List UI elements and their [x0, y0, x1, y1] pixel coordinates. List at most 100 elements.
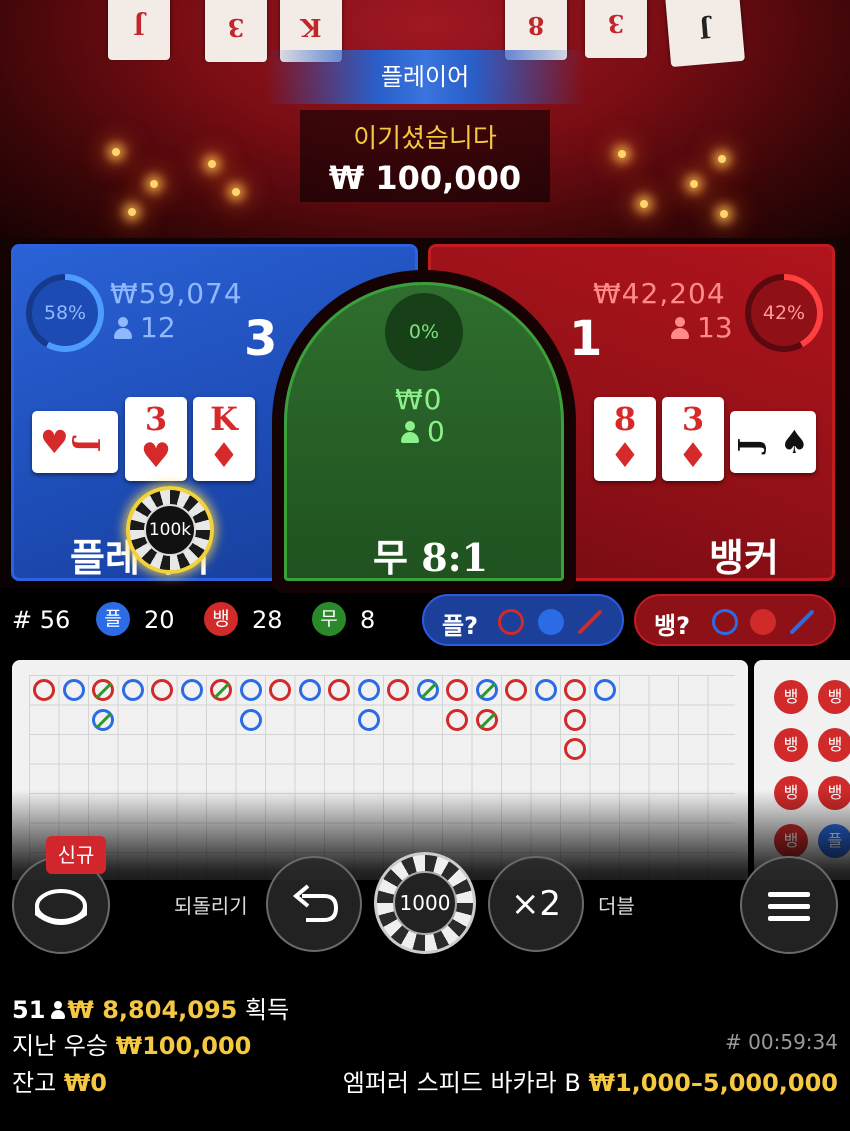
road-tie-mark — [95, 711, 113, 729]
card-suit: ♠ — [780, 423, 809, 461]
video-card: J — [108, 0, 170, 60]
player-bettors-count: 12 — [140, 311, 176, 344]
player-card-3: K ♦ — [193, 397, 255, 481]
undo-button[interactable] — [266, 856, 362, 952]
road-player-mark — [475, 679, 498, 701]
tie-label: 무 8:1 — [373, 535, 489, 580]
undo-label: 되돌리기 — [174, 894, 248, 918]
menu-button[interactable] — [740, 856, 838, 954]
winners-count: 51 — [12, 996, 46, 1024]
winners-row: 51 ₩ 8,804,095 획득 — [12, 990, 289, 1025]
sparkle — [150, 180, 158, 188]
player-predict-button[interactable]: 플? — [422, 594, 624, 646]
person-icon — [51, 1001, 66, 1019]
road-tie-mark — [479, 682, 496, 699]
double-symbol: ×2 — [510, 884, 562, 924]
tie-win-count: 8 — [360, 606, 376, 634]
bead-banker-badge: 뱅 — [818, 728, 850, 762]
road-banker-mark — [210, 679, 232, 701]
person-icon — [401, 421, 419, 443]
tie-bet-total: ₩0 — [395, 383, 443, 416]
banker-count-badge: 뱅 — [204, 602, 238, 636]
table-name: 엠퍼러 스피드 바카라 B — [342, 1069, 581, 1097]
player-score: 3 — [244, 311, 278, 367]
big-road-circle-icon — [498, 609, 524, 635]
video-card: 3 — [205, 0, 267, 62]
road-banker-mark — [33, 679, 55, 701]
road-player-mark — [239, 708, 262, 731]
player-bettors: 12 — [114, 311, 176, 344]
player-bet-total: ₩59,074 — [110, 277, 243, 310]
table-limits: ₩1,000–5,000,000 — [588, 1069, 838, 1097]
video-card: J — [665, 0, 745, 68]
card-suit: ♥ — [140, 436, 172, 476]
road-player-mark — [416, 679, 439, 701]
banker-label: 뱅커 — [709, 536, 779, 580]
bead-banker-badge: 뱅 — [774, 680, 808, 714]
double-label: 더블 — [598, 894, 635, 918]
sparkle — [112, 148, 120, 156]
road-banker-mark — [564, 738, 586, 760]
result-banner: 플레이어 — [265, 50, 585, 104]
tie-bettors: 0 — [401, 415, 445, 448]
card-suit: ♦ — [677, 436, 709, 476]
placed-chip-value: 100k — [144, 504, 196, 556]
banker-predict-button[interactable]: 뱅? — [634, 594, 836, 646]
live-video-area: J 3 K 8 3 J 플레이어 이기셨습니다 ₩ 100,000 — [0, 0, 850, 245]
new-badge: 신규 — [46, 836, 106, 874]
balance-row: 잔고 ₩0 — [12, 1063, 107, 1098]
banker-bet-total: ₩42,204 — [593, 277, 726, 310]
tie-percent: 0% — [391, 299, 457, 365]
betting-board: 58% ₩59,074 12 3 ♥ J 3 ♥ K ♦ 플레이어 42% ₩4… — [0, 238, 850, 588]
cockroach-slash-icon — [789, 609, 815, 635]
card-rank: K — [210, 400, 238, 438]
road-banker-mark — [328, 679, 350, 701]
round-number: # 56 — [12, 606, 71, 634]
road-banker-mark — [564, 679, 586, 701]
road-banker-mark — [387, 679, 409, 701]
banker-predict-label: 뱅? — [654, 612, 691, 640]
last-win-label: 지난 우승 — [12, 1032, 108, 1060]
road-banker-mark — [564, 708, 586, 731]
road-player-mark — [121, 679, 144, 701]
road-tie-mark — [420, 682, 437, 699]
tie-bet-area[interactable]: 0% ₩0 0 무 8:1 — [284, 282, 564, 581]
sparkle — [618, 150, 626, 158]
stats-row: # 56 플 20 뱅 28 무 8 플? 뱅? — [0, 592, 850, 648]
card-rank: 3 — [681, 400, 705, 438]
sparkle — [718, 155, 726, 163]
footer-info: 51 ₩ 8,804,095 획득 지난 우승 ₩100,000 # 00:59:… — [0, 968, 850, 1131]
placed-chip[interactable]: 100k — [126, 486, 214, 574]
banker-card-2: 3 ♦ — [662, 397, 724, 481]
player-win-count: 20 — [144, 606, 175, 634]
bead-banker-badge: 뱅 — [818, 680, 850, 714]
round-timer: # 00:59:34 — [725, 1030, 838, 1054]
table-info-row: 엠퍼러 스피드 바카라 B ₩1,000–5,000,000 — [343, 1063, 838, 1098]
double-button[interactable]: ×2 — [488, 856, 584, 952]
player-card-2: 3 ♥ — [125, 397, 187, 481]
chip-selector[interactable]: 1000 — [374, 852, 476, 954]
person-icon — [114, 317, 132, 339]
card-rank: J — [733, 437, 769, 453]
road-banker-mark — [269, 679, 291, 701]
tie-count-badge: 무 — [312, 602, 346, 636]
selected-chip-value: 1000 — [393, 871, 457, 935]
balance-amount: ₩0 — [63, 1069, 107, 1097]
card-rank: J — [70, 437, 106, 453]
road-player-mark — [357, 679, 380, 701]
road-banker-mark — [151, 679, 173, 701]
win-notice: 이기셨습니다 ₩ 100,000 — [300, 110, 550, 202]
tie-bettors-count: 0 — [427, 415, 445, 448]
banker-win-count: 28 — [252, 606, 283, 634]
cockroach-slash-icon — [577, 609, 603, 635]
player-percent-ring: 58% — [26, 274, 104, 352]
road-player-mark — [357, 708, 380, 731]
road-tie-mark — [479, 711, 496, 729]
player-card-1: ♥ J — [32, 411, 118, 473]
road-banker-mark — [446, 679, 468, 701]
winners-suffix: 획득 — [245, 996, 290, 1024]
banker-percent-ring: 42% — [745, 274, 823, 352]
balance-label: 잔고 — [12, 1069, 57, 1097]
big-road-circle-icon — [712, 609, 738, 635]
road-banker-mark — [446, 708, 468, 731]
